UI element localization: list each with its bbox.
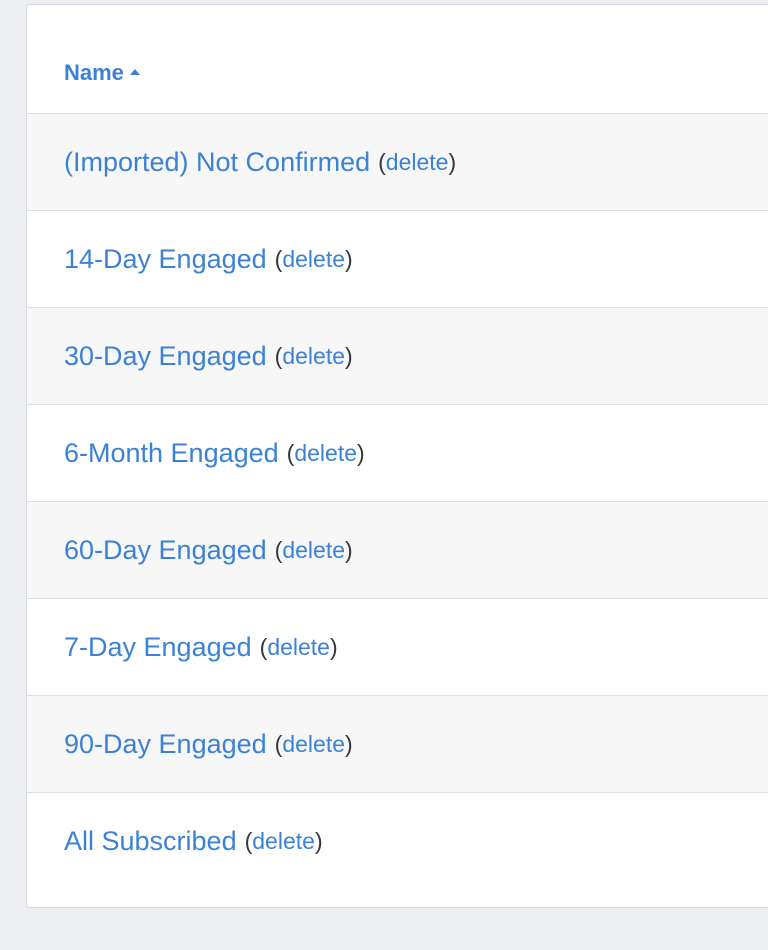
table-row: 30-Day Engaged (delete): [27, 308, 768, 405]
segment-name-link[interactable]: 7-Day Engaged: [64, 632, 252, 663]
delete-wrapper: (delete): [274, 245, 353, 272]
segment-name-link[interactable]: (Imported) Not Confirmed: [64, 147, 370, 178]
segment-name-link[interactable]: 60-Day Engaged: [64, 535, 267, 566]
delete-link[interactable]: delete: [252, 828, 315, 854]
delete-link[interactable]: delete: [386, 149, 449, 175]
segment-name-link[interactable]: 14-Day Engaged: [64, 244, 267, 275]
name-column-label: Name: [64, 60, 124, 85]
delete-wrapper: (delete): [286, 439, 365, 466]
segment-name-link[interactable]: 90-Day Engaged: [64, 729, 267, 760]
table-row: All Subscribed (delete): [27, 793, 768, 890]
delete-wrapper: (delete): [274, 342, 353, 369]
delete-link[interactable]: delete: [267, 634, 330, 660]
delete-wrapper: (delete): [244, 828, 323, 854]
table-row: 14-Day Engaged (delete): [27, 211, 768, 308]
segment-name-link[interactable]: 30-Day Engaged: [64, 341, 267, 372]
table-header: Name: [27, 5, 768, 114]
sort-ascending-icon: [129, 69, 140, 75]
delete-wrapper: (delete): [378, 148, 457, 175]
segments-table-panel: Name (Imported) Not Confirmed (delete) 1…: [26, 4, 768, 908]
delete-wrapper: (delete): [274, 536, 353, 563]
delete-link[interactable]: delete: [294, 440, 357, 466]
delete-wrapper: (delete): [259, 633, 338, 660]
delete-link[interactable]: delete: [282, 343, 345, 369]
delete-link[interactable]: delete: [282, 537, 345, 563]
delete-link[interactable]: delete: [282, 731, 345, 757]
table-row: 7-Day Engaged (delete): [27, 599, 768, 696]
table-row: 90-Day Engaged (delete): [27, 696, 768, 793]
delete-wrapper: (delete): [274, 730, 353, 757]
segment-name-link[interactable]: All Subscribed: [64, 826, 237, 857]
segment-name-link[interactable]: 6-Month Engaged: [64, 438, 279, 469]
delete-link[interactable]: delete: [282, 246, 345, 272]
table-row: 60-Day Engaged (delete): [27, 502, 768, 599]
table-row: 6-Month Engaged (delete): [27, 405, 768, 502]
name-column-header[interactable]: Name: [64, 60, 140, 86]
table-row: (Imported) Not Confirmed (delete): [27, 114, 768, 211]
